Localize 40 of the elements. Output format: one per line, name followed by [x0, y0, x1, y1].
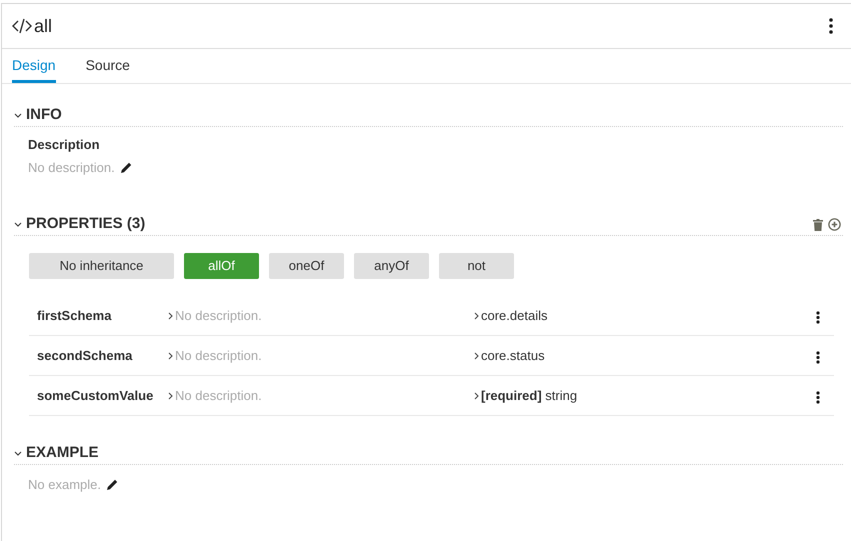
chevron-icon[interactable]	[14, 220, 22, 228]
chevron-icon[interactable]	[14, 112, 22, 120]
property-description: No description.	[175, 346, 262, 365]
tab[interactable]: Design	[12, 49, 56, 83]
chevron-icon[interactable]	[168, 352, 173, 360]
code-icon	[12, 18, 32, 34]
pencil-icon[interactable]	[106, 479, 118, 490]
description-label: Description	[28, 136, 101, 154]
chevron-icon[interactable]	[168, 312, 173, 320]
more-options-icon[interactable]	[829, 18, 833, 34]
inheritance-option[interactable]: No inheritance	[29, 253, 174, 279]
more-options-icon[interactable]	[816, 391, 820, 404]
section-heading: INFO	[26, 105, 62, 126]
more-options-icon[interactable]	[816, 311, 820, 324]
chevron-icon[interactable]	[474, 392, 479, 400]
property-type: [required] string	[481, 386, 578, 405]
section-heading: PROPERTIES (3)	[26, 214, 146, 234]
chevron-icon[interactable]	[14, 450, 22, 458]
add-circle-icon[interactable]	[828, 218, 841, 231]
trash-icon[interactable]	[813, 218, 823, 230]
inheritance-option[interactable]: not	[439, 253, 514, 279]
chevron-icon[interactable]	[474, 312, 479, 320]
property-name: someCustomValue	[36, 386, 154, 405]
property-description: No description.	[175, 386, 262, 405]
pencil-icon[interactable]	[120, 162, 132, 173]
chevron-icon[interactable]	[474, 352, 479, 360]
description-text: No description.	[28, 158, 115, 177]
tab[interactable]: Source	[86, 49, 130, 83]
property-type: core.details	[481, 306, 548, 325]
section-heading: EXAMPLE	[26, 443, 99, 464]
inheritance-option[interactable]: oneOf	[269, 253, 344, 279]
more-options-icon[interactable]	[816, 351, 820, 364]
chevron-icon[interactable]	[168, 392, 173, 400]
example-text: No example.	[28, 476, 101, 494]
property-description: No description.	[175, 306, 262, 325]
property-name: secondSchema	[36, 346, 134, 365]
schema-title: all	[34, 14, 52, 38]
property-name: firstSchema	[36, 306, 112, 325]
property-type: core.status	[481, 346, 545, 365]
inheritance-option[interactable]: anyOf	[354, 253, 429, 279]
